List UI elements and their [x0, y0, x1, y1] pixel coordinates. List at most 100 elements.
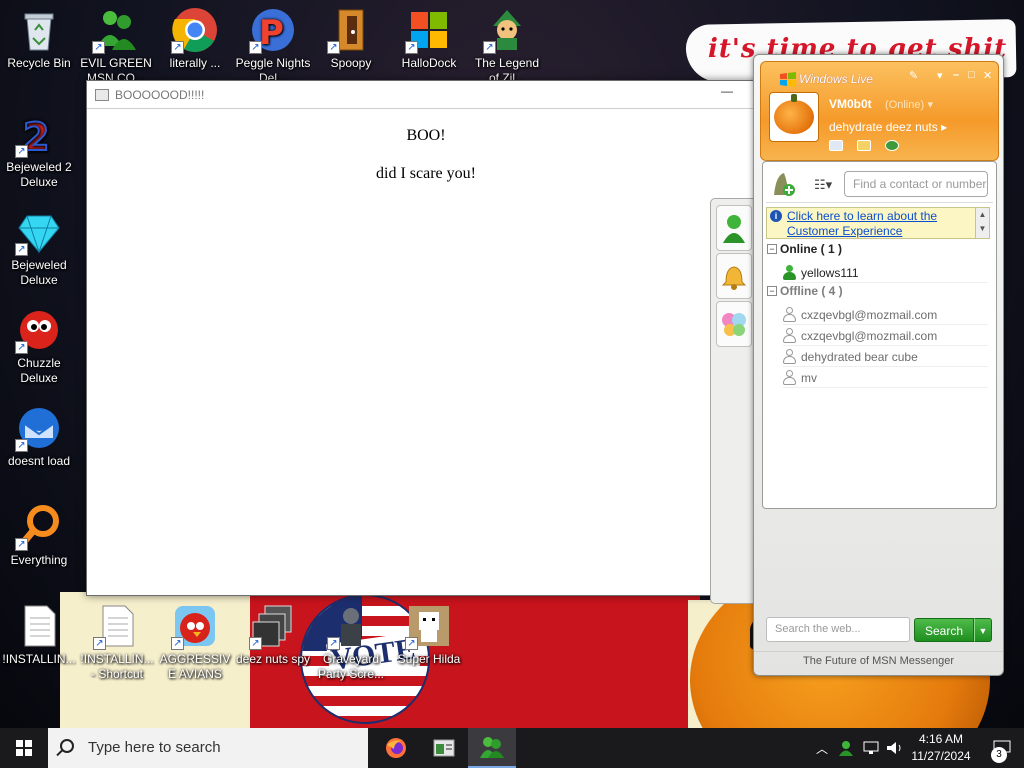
contact-item-offline[interactable]: dehydrated bear cube: [783, 347, 988, 367]
search-options-dropdown[interactable]: ▼: [974, 618, 992, 642]
tray-volume-icon[interactable]: [884, 728, 906, 768]
info-bar-scroll[interactable]: ▲ ▼: [975, 208, 989, 238]
desktop-icon-super-hilda[interactable]: ↗ Super Hilda: [391, 602, 467, 667]
shortcut-arrow-icon: ↗: [483, 41, 496, 54]
desktop-icon-label: Everything: [10, 553, 68, 567]
taskbar-firefox[interactable]: [372, 728, 420, 768]
taskbar-search[interactable]: Type here to search: [48, 728, 368, 768]
desktop-icon-bejeweled[interactable]: ↗ Bejeweled Deluxe: [1, 208, 77, 288]
contact-name: dehydrated bear cube: [801, 349, 918, 364]
group-online-label: Online ( 1 ): [780, 242, 843, 256]
contact-item-offline[interactable]: cxzqevbgl@mozmail.com: [783, 326, 988, 346]
taskbar-clock[interactable]: 4:16 AM 11/27/2024: [908, 731, 974, 765]
desktop-icon-label: Spoopy: [330, 56, 372, 70]
desktop-icon-recycle-bin[interactable]: Recycle Bin: [1, 6, 77, 71]
web-search-button[interactable]: Search: [914, 618, 974, 642]
desktop-icon-everything[interactable]: ↗ Everything: [1, 503, 77, 568]
desktop-icon-deez-nuts-spy[interactable]: ↗ deez nuts spy: [235, 602, 311, 667]
tray-msn-icon[interactable]: [836, 728, 856, 768]
contact-name: cxzqevbgl@mozmail.com: [801, 307, 938, 322]
taskbar-app-window[interactable]: [420, 728, 468, 768]
buddy-offline-icon: [783, 307, 796, 322]
msn-messenger-window: Windows Live ✎ ▾ – □ ✕ VM0b0t (Online) ▾…: [753, 54, 1004, 676]
personal-message-text: dehydrate deez nuts: [829, 120, 938, 134]
file-explorer-icon: [433, 739, 455, 757]
desktop-icon-label: literally ...: [169, 56, 221, 70]
start-button[interactable]: [0, 728, 48, 768]
group-offline[interactable]: − Offline ( 4 ): [767, 284, 843, 298]
msn-footer: The Future of MSN Messenger: [754, 651, 1003, 673]
contact-name: yellows111: [801, 265, 859, 280]
boo-text: did I scare you!: [376, 165, 476, 182]
contact-item-offline[interactable]: cxzqevbgl@mozmail.com: [783, 305, 988, 325]
alerts-tab[interactable]: [716, 253, 752, 299]
tray-network-icon[interactable]: [860, 728, 882, 768]
desktop-icon-legend-of-zil[interactable]: ↗ The Legend of Zil...: [469, 6, 545, 86]
minimize-button[interactable]: –: [953, 69, 959, 81]
text-file-icon: ↗: [93, 602, 141, 650]
desktop-icon-spoopy[interactable]: ↗ Spoopy: [313, 6, 389, 71]
find-contact-input[interactable]: Find a contact or number...: [844, 171, 988, 197]
menu-chevron-icon[interactable]: ▾: [937, 69, 943, 82]
pin-icon[interactable]: ✎: [909, 69, 918, 82]
contacts-tab[interactable]: [716, 205, 752, 251]
contact-item-offline[interactable]: mv: [783, 368, 988, 388]
desktop-icon-hallodock[interactable]: ↗ HalloDock: [391, 6, 467, 71]
personal-message[interactable]: dehydrate deez nuts ▸: [829, 120, 947, 134]
windows-live-logo-icon: [779, 72, 797, 87]
close-button[interactable]: ✕: [983, 69, 992, 82]
maximize-button[interactable]: □: [968, 69, 975, 81]
collapse-toggle-icon[interactable]: −: [767, 286, 777, 296]
desktop-icon-chrome[interactable]: ↗ literally ...: [157, 6, 233, 71]
shortcut-arrow-icon: ↗: [327, 41, 340, 54]
user-status-line[interactable]: VM0b0t (Online) ▾: [829, 97, 933, 111]
group-online[interactable]: − Online ( 1 ): [767, 242, 842, 256]
mail-icon[interactable]: [829, 140, 843, 151]
stacked-windows-icon: ↗: [249, 602, 297, 650]
header-quick-icons: [829, 140, 899, 151]
folder-icon[interactable]: [857, 140, 871, 151]
change-view-button[interactable]: ☷▾: [814, 177, 832, 193]
desktop-icon-label: Super Hilda: [397, 652, 461, 666]
show-hidden-icons-button[interactable]: ︿: [812, 728, 832, 768]
clock-date: 11/27/2024: [911, 749, 971, 763]
minimize-button[interactable]: —: [717, 83, 737, 103]
search-icon: [60, 739, 74, 753]
contact-item-online[interactable]: yellows111: [783, 263, 988, 283]
buddy-online-icon: [783, 265, 796, 280]
taskbar-msn-messenger[interactable]: [468, 728, 516, 768]
contact-name: mv: [801, 370, 817, 385]
desktop-icon-peggle[interactable]: P ↗ Peggle Nights Del...: [235, 6, 311, 86]
collapse-toggle-icon[interactable]: −: [767, 244, 777, 254]
shortcut-arrow-icon: ↗: [15, 439, 28, 452]
desktop-icon-chuzzle[interactable]: ↗ Chuzzle Deluxe: [1, 306, 77, 386]
online-status: (Online): [885, 99, 925, 111]
msn-title: Windows Live: [799, 72, 873, 86]
boo-window: BOOOOOOD!!!!! — BOO! did I scare you!: [86, 80, 766, 596]
desktop-icon-aggressive-avians[interactable]: ↗ AGGRESSIVE AVIANS: [157, 602, 233, 682]
add-contact-button[interactable]: [770, 169, 796, 197]
firefox-icon: [386, 738, 406, 758]
shortcut-arrow-icon: ↗: [15, 145, 28, 158]
desktop-icon-evil-green-msn[interactable]: ↗ EVIL GREEN MSN CO...: [78, 6, 154, 86]
desktop-icon-graveyard-party[interactable]: ↗ Graveyard Party Scre...: [313, 602, 389, 682]
magnifier-icon: ↗: [15, 503, 63, 551]
shortcut-arrow-icon: ↗: [405, 41, 418, 54]
contact-name: cxzqevbgl@mozmail.com: [801, 328, 938, 343]
buddy-green-icon: [723, 215, 745, 243]
network-icon: [863, 741, 879, 754]
boo-window-titlebar[interactable]: BOOOOOOD!!!!! —: [87, 81, 765, 109]
avatar[interactable]: [769, 92, 819, 142]
desktop-icon-label: deez nuts spy: [235, 652, 311, 666]
msn-today-icon[interactable]: [885, 140, 899, 151]
desktop-icon-doesnt-load[interactable]: ↗ doesnt load: [1, 404, 77, 469]
web-search-input[interactable]: Search the web...: [766, 617, 910, 642]
desktop-icon-installing-shortcut[interactable]: ↗ !INSTALLIN... - Shortcut: [79, 602, 155, 682]
notification-count-badge: 3: [991, 747, 1007, 763]
customer-experience-link[interactable]: Click here to learn about the Customer E…: [787, 209, 989, 239]
fun-tab[interactable]: [716, 301, 752, 347]
desktop-icon-bejeweled-2[interactable]: 2 ↗ Bejeweled 2 Deluxe: [1, 110, 77, 190]
shortcut-arrow-icon: ↗: [92, 41, 105, 54]
shortcut-arrow-icon: ↗: [15, 243, 28, 256]
desktop-icon-installing[interactable]: !INSTALLIN...: [1, 602, 77, 667]
